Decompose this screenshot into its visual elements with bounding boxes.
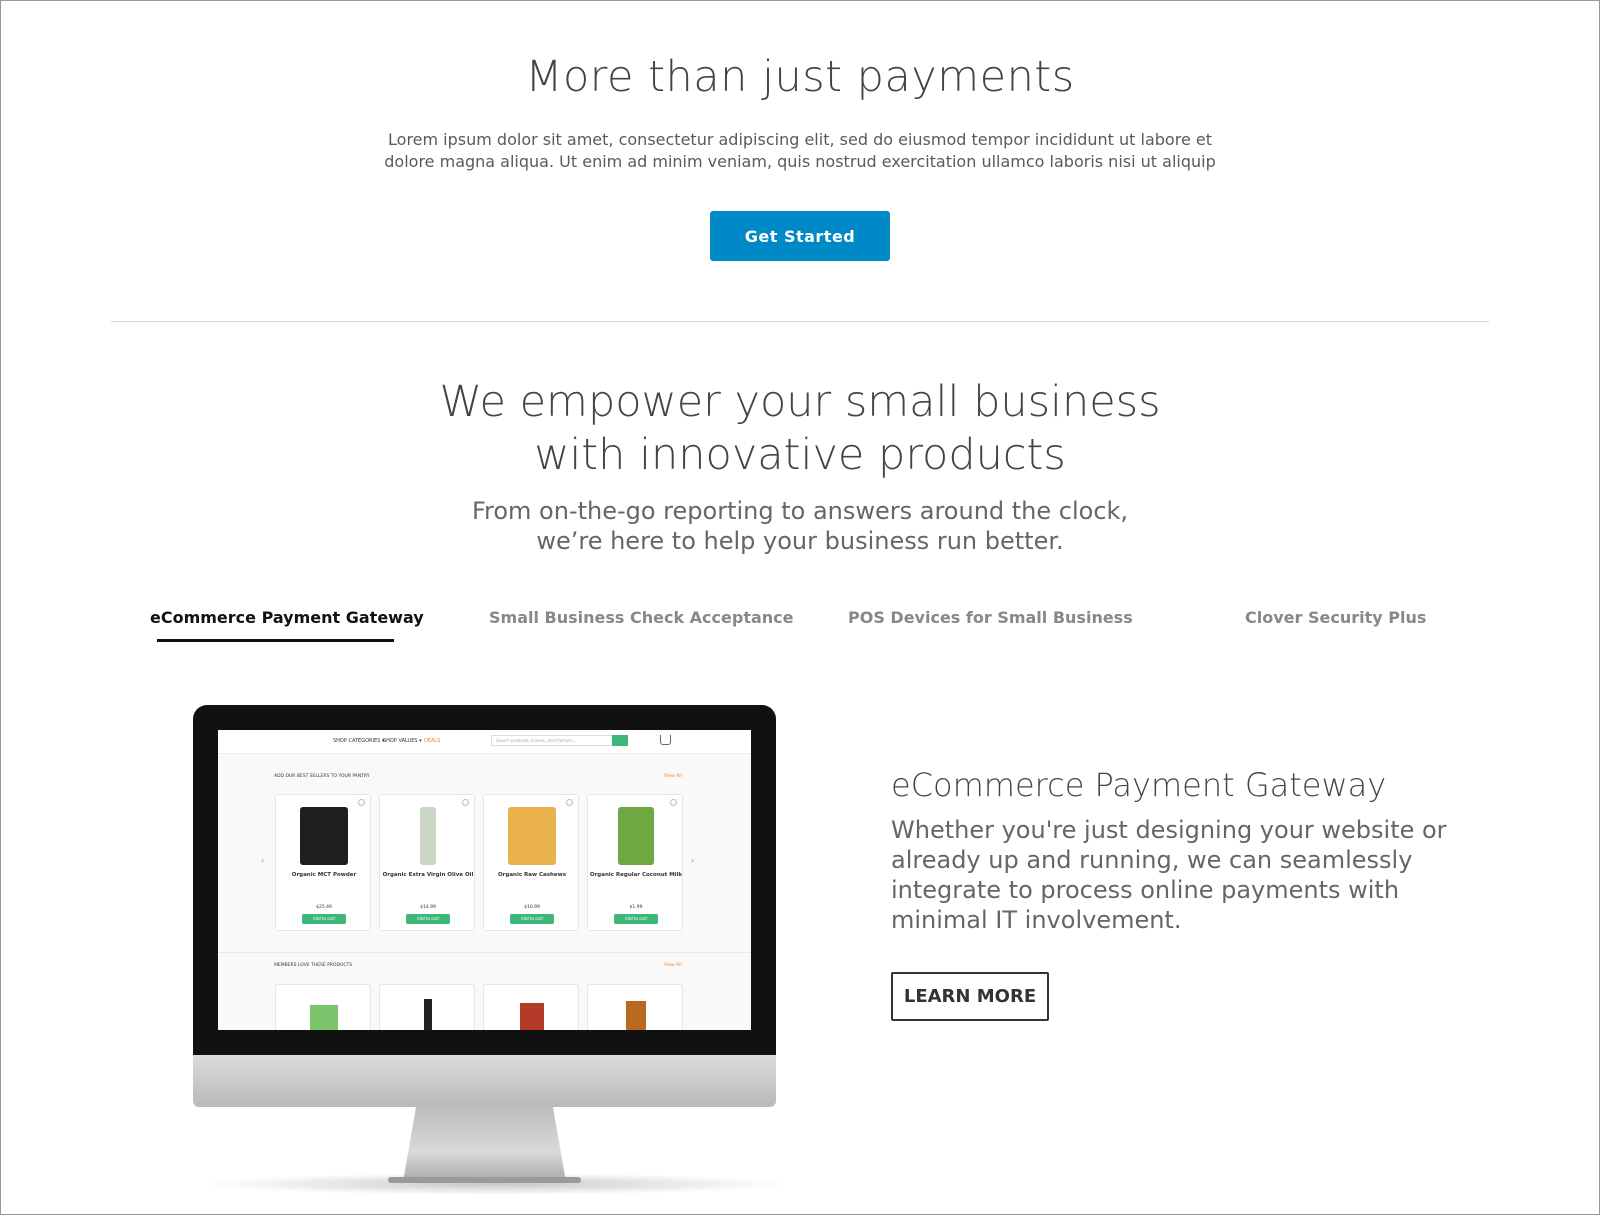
carousel-prev-icon: ‹ [261,856,265,865]
product-image [420,807,436,865]
product-card [587,984,683,1030]
detail-text: Whether you're just designing your websi… [891,816,1447,934]
product-image [424,999,432,1030]
product-name: Organic Extra Virgin Olive Oil [382,872,474,878]
tab-small-business-check-acceptance[interactable]: Small Business Check Acceptance [489,608,794,627]
product-card: Organic Regular Coconut Milk $1.99 Add t… [587,794,683,931]
shop-search-icon [612,735,628,746]
product-name: Organic Raw Cashews [498,872,566,878]
heart-icon [358,799,365,806]
shop-section1-link: View All [664,774,682,779]
imac-bezel: SHOP CATEGORIES ▾ SHOP VALUES ▾ DEALS Se… [193,705,776,1055]
product-image [300,807,348,865]
carousel-next-icon: › [691,856,695,865]
product-price: $14.99 [420,905,436,910]
heart-icon [670,799,677,806]
learn-more-button[interactable]: LEARN MORE [891,972,1049,1021]
product-image [520,1003,544,1030]
shop-nav-values: SHOP VALUES ▾ [383,738,422,744]
product-card: Organic Extra Virgin Olive Oil $14.99 Ad… [379,794,475,931]
add-to-cart-button: Add to cart [510,914,554,924]
product-card: Organic MCT Powder $25.49 Add to cart [275,794,371,931]
product-card [275,984,371,1030]
shop-search-input: Search products, brands, and lifestyle..… [491,735,624,746]
heart-icon [462,799,469,806]
section-divider [111,321,1489,322]
product-name: Organic Regular Coconut Milk [589,872,683,878]
shop-navbar: SHOP CATEGORIES ▾ SHOP VALUES ▾ DEALS Se… [218,730,751,754]
section-subtitle-line1: From on-the-go reporting to answers arou… [471,497,1129,525]
section-title-line1: We empower your small business [439,377,1161,427]
shop-section2-link: View All [664,963,682,968]
product-card [379,984,475,1030]
shop-nav-deals: DEALS [424,738,441,744]
detail-title: eCommerce Payment Gateway [891,766,1387,804]
get-started-button[interactable]: Get Started [710,211,890,261]
product-image [626,1001,646,1030]
imac-foot [388,1177,581,1183]
section-subtitle-line2: we’re here to help your business run bet… [536,527,1064,555]
shop-section2-heading: MEMBERS LOVE THESE PRODUCTS [274,963,353,968]
product-card: Organic Raw Cashews $10.99 Add to cart [483,794,579,931]
add-to-cart-button: Add to cart [614,914,658,924]
section-title: We empower your small business with inno… [0,376,1600,482]
add-to-cart-button: Add to cart [302,914,346,924]
product-image [618,807,654,865]
imac-stand [403,1107,566,1182]
imac-screen: SHOP CATEGORIES ▾ SHOP VALUES ▾ DEALS Se… [218,730,751,1030]
shop-section1-heading: ADD OUR BEST SELLERS TO YOUR PANTRY [274,774,370,779]
product-price: $1.99 [629,905,643,910]
active-tab-indicator [157,639,394,642]
heart-icon [566,799,573,806]
product-name: Organic MCT Powder [291,872,357,878]
product-price: $10.99 [524,905,540,910]
section-subtitle: From on-the-go reporting to answers arou… [0,496,1600,556]
tab-clover-security-plus[interactable]: Clover Security Plus [1245,608,1426,627]
product-image [310,1005,338,1030]
tab-pos-devices[interactable]: POS Devices for Small Business [848,608,1133,627]
product-tabs: eCommerce Payment Gateway Small Business… [0,608,1600,648]
cart-icon [660,735,671,745]
product-price: $25.49 [316,905,332,910]
tab-ecommerce-payment-gateway[interactable]: eCommerce Payment Gateway [150,608,424,627]
shop-nav-categories: SHOP CATEGORIES ▾ [333,738,385,744]
section-title-line2: with innovative products [534,430,1066,480]
imac-chin [193,1055,776,1107]
shop-divider [218,952,751,953]
product-image [508,807,556,865]
product-card [483,984,579,1030]
add-to-cart-button: Add to cart [406,914,450,924]
hero-text: Lorem ipsum dolor sit amet, consectetur … [384,130,1216,177]
hero-title: More than just payments [525,52,1075,102]
imac-mockup-image: SHOP CATEGORIES ▾ SHOP VALUES ▾ DEALS Se… [193,705,791,1195]
